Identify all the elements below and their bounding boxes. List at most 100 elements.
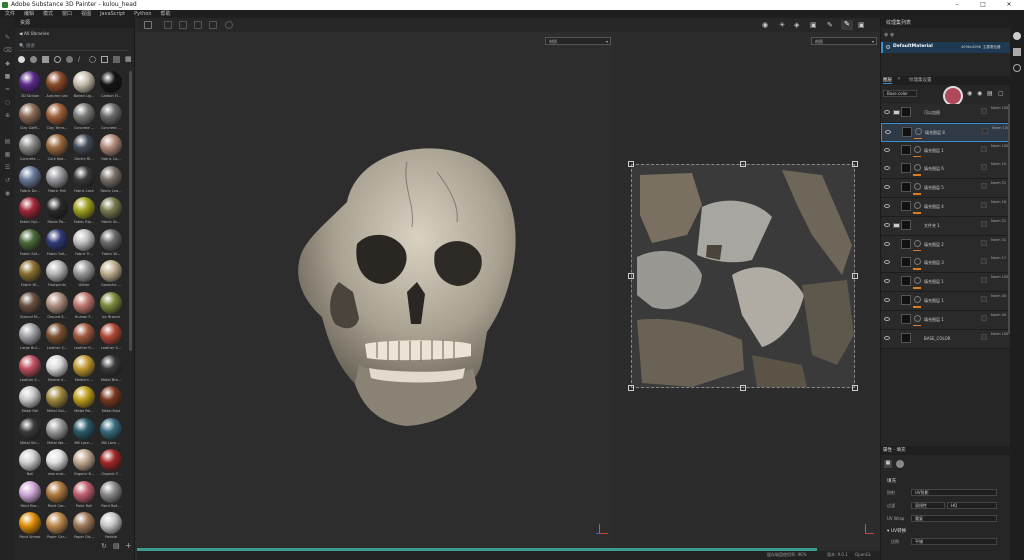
visibility-eye-icon[interactable] [884, 204, 890, 208]
menu-edit[interactable]: 编辑 [24, 11, 34, 17]
layer-row[interactable]: BASE_COLOR Norm 100 [881, 329, 1011, 349]
transform-handle-ml[interactable] [628, 273, 634, 279]
layer-row[interactable]: 填充图层 5 Norm 31 [881, 179, 1011, 199]
assets-scrollbar[interactable] [129, 71, 132, 351]
material-item[interactable]: Nail [17, 449, 43, 479]
layer-row[interactable]: 填充图层 6 Norm 10 [881, 160, 1011, 180]
material-item[interactable]: Metal Sm... [17, 417, 43, 448]
tab-layers[interactable]: 图层 [883, 77, 892, 84]
align-icon[interactable] [179, 21, 187, 29]
filter-particles-icon[interactable] [89, 56, 96, 63]
material-item[interactable]: Paint Roll... [98, 480, 124, 511]
material-item[interactable]: Paint Smear [17, 512, 43, 542]
material-item[interactable]: Baked Lig... [71, 71, 97, 101]
material-item[interactable]: Concrete ... [71, 102, 97, 133]
visibility-eye-icon[interactable] [884, 147, 890, 152]
visibility-eye-icon[interactable] [884, 222, 890, 227]
material-item[interactable]: Gouache ... [98, 260, 124, 290]
scale-select[interactable]: 平铺 [911, 538, 997, 545]
material-item[interactable]: Metal Bra... [98, 354, 124, 385]
transform-handle-mr[interactable] [852, 273, 858, 279]
layer-row[interactable]: 填充图层 1 Norm 100 [881, 273, 1011, 293]
paint-brush-icon[interactable]: ✎ [3, 34, 12, 41]
material-item[interactable]: Footprints [44, 260, 70, 290]
filter-generators-icon[interactable] [66, 56, 73, 63]
filtering-select[interactable]: 双线性 [911, 502, 945, 509]
add-layer-icon[interactable]: ◉ [977, 90, 982, 97]
add-effect-icon[interactable] [943, 86, 963, 106]
material-item[interactable]: Fabric Pa... [44, 197, 70, 227]
layers-panel-icon[interactable]: ▦ [3, 151, 12, 158]
layer-row[interactable]: 填充图层 4 Norm 16 [881, 198, 1011, 217]
add-fill-layer-icon[interactable]: ◉ [967, 90, 972, 97]
material-item[interactable]: Metal Pol... [71, 386, 97, 416]
material-item[interactable]: Metal Foil [17, 386, 43, 416]
close-icon[interactable]: ✕ [1002, 0, 1016, 10]
view3d-mode-select[interactable]: 材质 ▾ [545, 37, 611, 45]
material-item[interactable]: Marble V... [44, 354, 70, 385]
tab-close-icon[interactable]: ✕ [897, 77, 901, 82]
texture-set-row[interactable]: DefaultMaterial 4096x4096 主要着色器 [881, 42, 1011, 53]
material-item[interactable]: Fabric W... [17, 260, 43, 290]
material-item[interactable]: Organic F... [98, 449, 124, 479]
layer-row[interactable]: 填充图层 1 Norm 40 [881, 310, 1011, 330]
tab-texture-set-settings[interactable]: 纹理集设置 [909, 77, 932, 83]
menu-file[interactable]: 文件 [5, 11, 15, 17]
screenshot-icon[interactable]: ▣ [858, 21, 865, 29]
material-item[interactable]: Paint Car... [44, 480, 70, 511]
material-item[interactable]: Fabric Lace [71, 165, 97, 196]
viewport-2d[interactable]: 材质 ▾ [615, 32, 880, 548]
material-item[interactable]: Pebble [98, 512, 124, 542]
layer-row[interactable]: 填充图层 1 Norm 40 [881, 292, 1011, 311]
material-item[interactable]: Fabric Co... [98, 134, 124, 164]
material-item[interactable]: Autumn Lea [44, 71, 70, 101]
material-item[interactable]: Leather S... [98, 323, 124, 353]
layer-row[interactable]: 文件夹 1 Norm 31 [881, 216, 1011, 236]
camera-icon[interactable]: ◉ [762, 21, 768, 29]
search-input[interactable]: 🔍 搜索 [19, 43, 129, 51]
menu-window[interactable]: 窗口 [62, 11, 72, 17]
menu-python[interactable]: Python [134, 11, 151, 17]
menu-mode[interactable]: 模式 [43, 11, 53, 17]
menu-help[interactable]: 帮助 [161, 11, 171, 17]
filter-environments-icon[interactable] [113, 56, 120, 63]
material-item[interactable]: Paint Roll [71, 480, 97, 511]
symmetry-icon[interactable] [164, 21, 172, 29]
library-breadcrumb[interactable]: ◀ All libraries [19, 32, 49, 37]
material-item[interactable]: MK Lace ... [71, 417, 97, 448]
add-asset-icon[interactable]: + [125, 541, 132, 550]
history-panel-icon[interactable] [1013, 64, 1021, 72]
material-item[interactable]: Leather S... [44, 323, 70, 353]
layer-row[interactable]: 填充图层 1 Norm 100 [881, 141, 1011, 161]
display-icon[interactable]: ▣ [810, 21, 817, 29]
layer-row[interactable]: 可以加图 Norm 100 [881, 104, 1011, 123]
material-item[interactable]: Metal We... [44, 417, 70, 448]
visibility-eye-icon[interactable] [884, 335, 890, 340]
material-item[interactable]: Fabric Sof... [17, 228, 43, 259]
material-item[interactable]: Fabric W... [98, 228, 124, 259]
add-folder-icon[interactable]: ▤ [987, 90, 993, 97]
material-item[interactable]: Ivy Branch [98, 291, 124, 322]
eraser-icon[interactable]: ⌫ [3, 47, 12, 54]
visibility-eye-icon[interactable] [884, 110, 890, 114]
transform-handle-tl[interactable] [628, 161, 634, 167]
frame-icon[interactable] [209, 21, 217, 29]
properties-grid-icon[interactable]: ▦ [884, 460, 892, 468]
visibility-eye-icon[interactable] [884, 260, 890, 265]
material-item[interactable]: Denim Ri... [71, 134, 97, 164]
visibility-eye-icon[interactable] [884, 166, 890, 171]
material-item[interactable]: MK Lace ... [98, 417, 124, 448]
material-item[interactable]: Human F... [71, 291, 97, 322]
visibility-eye-icon[interactable] [884, 241, 890, 246]
material-item[interactable]: Paint Bra... [17, 480, 43, 511]
view2d-mode-select[interactable]: 材质 ▾ [811, 37, 877, 45]
time-icon[interactable] [225, 21, 233, 29]
viewport-3d[interactable]: 材质 ▾ [137, 32, 614, 548]
material-item[interactable]: Fabric Rip... [71, 197, 97, 227]
smudge-icon[interactable]: ≈ [3, 86, 12, 93]
channel-select[interactable]: Base color [883, 90, 917, 97]
transform-handle-bl[interactable] [628, 385, 634, 391]
material-item[interactable]: Ground M... [17, 291, 43, 322]
import-icon[interactable]: ▤ [113, 542, 120, 550]
visibility-icon[interactable] [886, 45, 890, 49]
